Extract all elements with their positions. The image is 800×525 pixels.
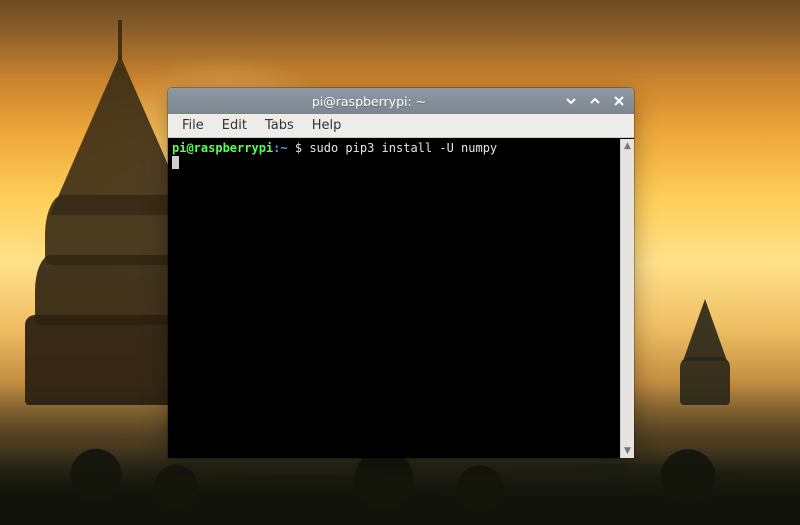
terminal-cursor: [172, 156, 179, 169]
menu-file[interactable]: File: [174, 116, 212, 135]
terminal-output[interactable]: pi@raspberrypi:~ $ sudo pip3 install -U …: [168, 139, 620, 458]
close-icon: [613, 95, 625, 107]
prompt-symbol: $: [288, 141, 310, 155]
window-controls: [564, 94, 628, 108]
menubar: File Edit Tabs Help: [168, 114, 634, 138]
menu-edit[interactable]: Edit: [214, 116, 255, 135]
scroll-down-button[interactable]: ▼: [621, 444, 634, 458]
chevron-down-icon: [565, 95, 577, 107]
window-title: pi@raspberrypi: ~: [174, 94, 564, 109]
titlebar[interactable]: pi@raspberrypi: ~: [168, 88, 634, 114]
minimize-button[interactable]: [564, 94, 578, 108]
desktop-wallpaper: pi@raspberrypi: ~ File Edit Tabs Help pi…: [0, 0, 800, 525]
scroll-up-button[interactable]: ▲: [621, 139, 634, 153]
terminal-body-wrap: pi@raspberrypi:~ $ sudo pip3 install -U …: [168, 138, 634, 458]
prompt-path: ~: [280, 141, 287, 155]
chevron-up-icon: [589, 95, 601, 107]
close-button[interactable]: [612, 94, 626, 108]
wallpaper-small-stupa: [680, 295, 730, 405]
entered-command: sudo pip3 install -U numpy: [309, 141, 497, 155]
scrollbar-track[interactable]: [621, 153, 634, 444]
maximize-button[interactable]: [588, 94, 602, 108]
terminal-window: pi@raspberrypi: ~ File Edit Tabs Help pi…: [168, 88, 634, 458]
menu-tabs[interactable]: Tabs: [257, 116, 302, 135]
vertical-scrollbar[interactable]: ▲ ▼: [620, 139, 634, 458]
menu-help[interactable]: Help: [304, 116, 350, 135]
prompt-user-host: pi@raspberrypi: [172, 141, 273, 155]
